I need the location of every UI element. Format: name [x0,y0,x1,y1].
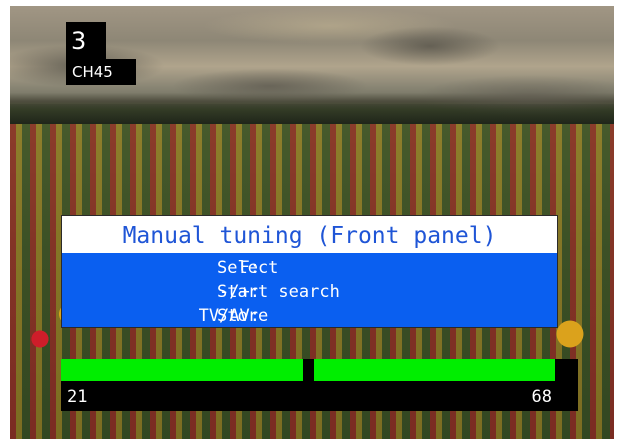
manual-tuning-menu: Manual tuning (Front panel) F: Select -/… [61,215,558,328]
menu-action-label: Start search [217,282,340,302]
tree-line [10,104,614,126]
menu-options: F: Select -/+: Start search TV/AV: Store [62,254,557,327]
channel-name: CH45 [66,59,136,85]
tuning-max-channel: 68 [531,387,552,407]
tuning-bar-fill-left [61,359,303,381]
tuning-progress-bar: 21 68 [61,359,578,411]
menu-title: Manual tuning (Front panel) [62,216,557,253]
menu-row-start-search[interactable]: -/+: Start search [62,280,557,304]
menu-row-select[interactable]: F: Select [62,256,557,280]
menu-row-store[interactable]: TV/AV: Store [62,304,557,328]
menu-action-label: Select [217,258,279,278]
tuning-bar-fill-right [314,359,555,381]
menu-action-label: Store [217,306,269,326]
channel-number: 3 [66,22,106,60]
channel-indicator: 3 CH45 [66,22,136,85]
tuning-min-channel: 21 [67,387,88,407]
tuning-position-marker [303,359,314,381]
